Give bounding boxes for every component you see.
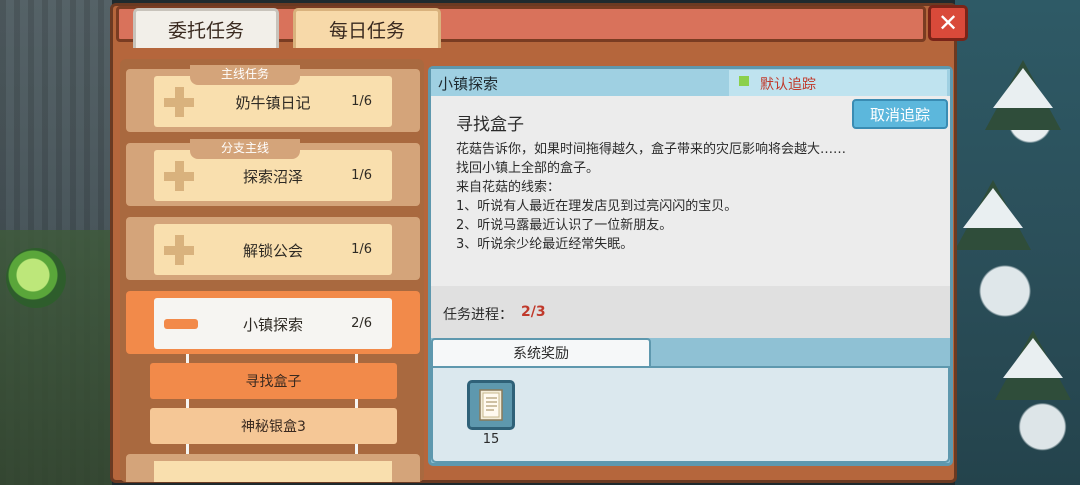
quest-item-town-explore[interactable]: 小镇探索 2/6 [126,291,420,354]
notebook-icon [479,389,503,421]
detail-description-line: 找回小镇上全部的盒子。 [456,161,600,176]
cancel-tracking-button[interactable]: 取消追踪 [852,99,948,129]
quest-progress: 1/6 [351,94,372,109]
quest-progress: 1/6 [351,242,372,257]
quest-item-main[interactable]: 奶牛镇日记 1/6 主线任务 [126,65,420,132]
quest-progress: 2/6 [351,316,372,331]
quest-category: 主线任务 [190,65,300,85]
detail-description-line: 花菇告诉你，如果时间拖得越久，盒子带来的灾厄影响将会越大…… [456,142,847,157]
sub-quest-find-box[interactable]: 寻找盒子 [150,363,397,399]
close-icon: ✕ [937,9,959,37]
tab-daily-quests[interactable]: 每日任务 [293,8,441,48]
tracking-dot-icon [739,76,749,86]
tab-entrust-quests[interactable]: 委托任务 [133,8,279,48]
detail-description-line: 2、听说马露最近认识了一位新朋友。 [456,218,673,233]
quest-progress: 1/6 [351,168,372,183]
background-scenery-right [955,0,1080,485]
reward-tab[interactable]: 系统奖励 [431,338,651,366]
sub-quest-silver-box[interactable]: 神秘银盒3 [150,408,397,444]
close-button[interactable]: ✕ [928,5,968,41]
reward-count: 15 [482,432,500,447]
progress-value: 2/3 [521,304,546,320]
quest-item-guild[interactable]: 解锁公会 1/6 [126,217,420,280]
quest-category: 分支主线 [190,139,300,159]
detail-description-line: 1、听说有人最近在理发店见到过亮闪闪的宝贝。 [456,199,738,214]
background-scenery-left [0,0,112,485]
quest-item-branch[interactable]: 探索沼泽 1/6 分支主线 [126,139,420,206]
detail-quest-name: 寻找盒子 [456,115,524,135]
detail-header-title: 小镇探索 [438,75,499,93]
swirl-orb-icon [6,248,66,308]
detail-description-line: 3、听说余少纶最近经常失眠。 [456,237,634,252]
tracking-label: 默认追踪 [760,77,816,93]
progress-label: 任务进程： [443,307,513,323]
detail-description-line: 来自花菇的线索： [456,180,561,195]
quest-item-partial[interactable] [126,454,420,482]
